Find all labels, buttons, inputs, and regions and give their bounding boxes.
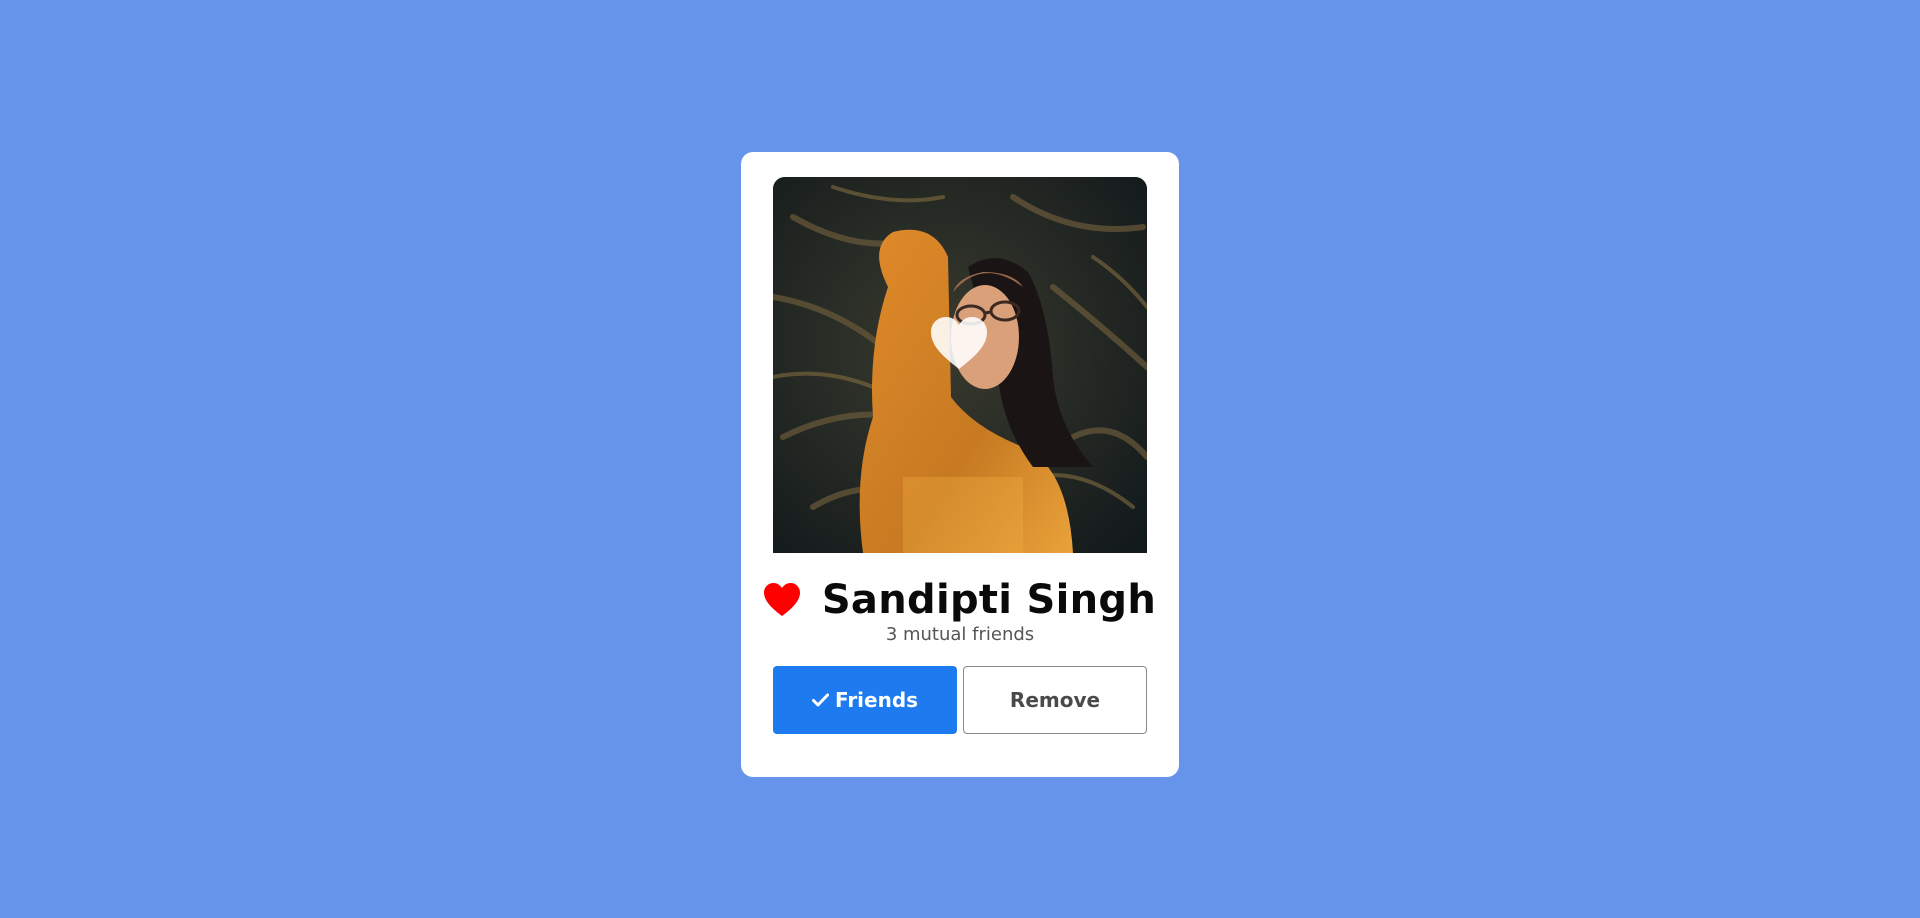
remove-button[interactable]: Remove [963,666,1147,734]
remove-button-label: Remove [1009,688,1101,712]
friend-card: Sandipti Singh 3 mutual friends Friends … [741,152,1179,777]
profile-name: Sandipti Singh [821,577,1157,623]
name-row: Sandipti Singh [741,570,1179,630]
check-icon [811,693,829,707]
friends-button[interactable]: Friends [773,666,957,734]
mutual-friends-count: 3 mutual friends [885,624,1035,645]
overlay-heart-icon [931,317,987,369]
heart-icon[interactable] [763,583,800,617]
friends-button-label: Friends [834,688,919,712]
profile-photo [773,177,1147,553]
